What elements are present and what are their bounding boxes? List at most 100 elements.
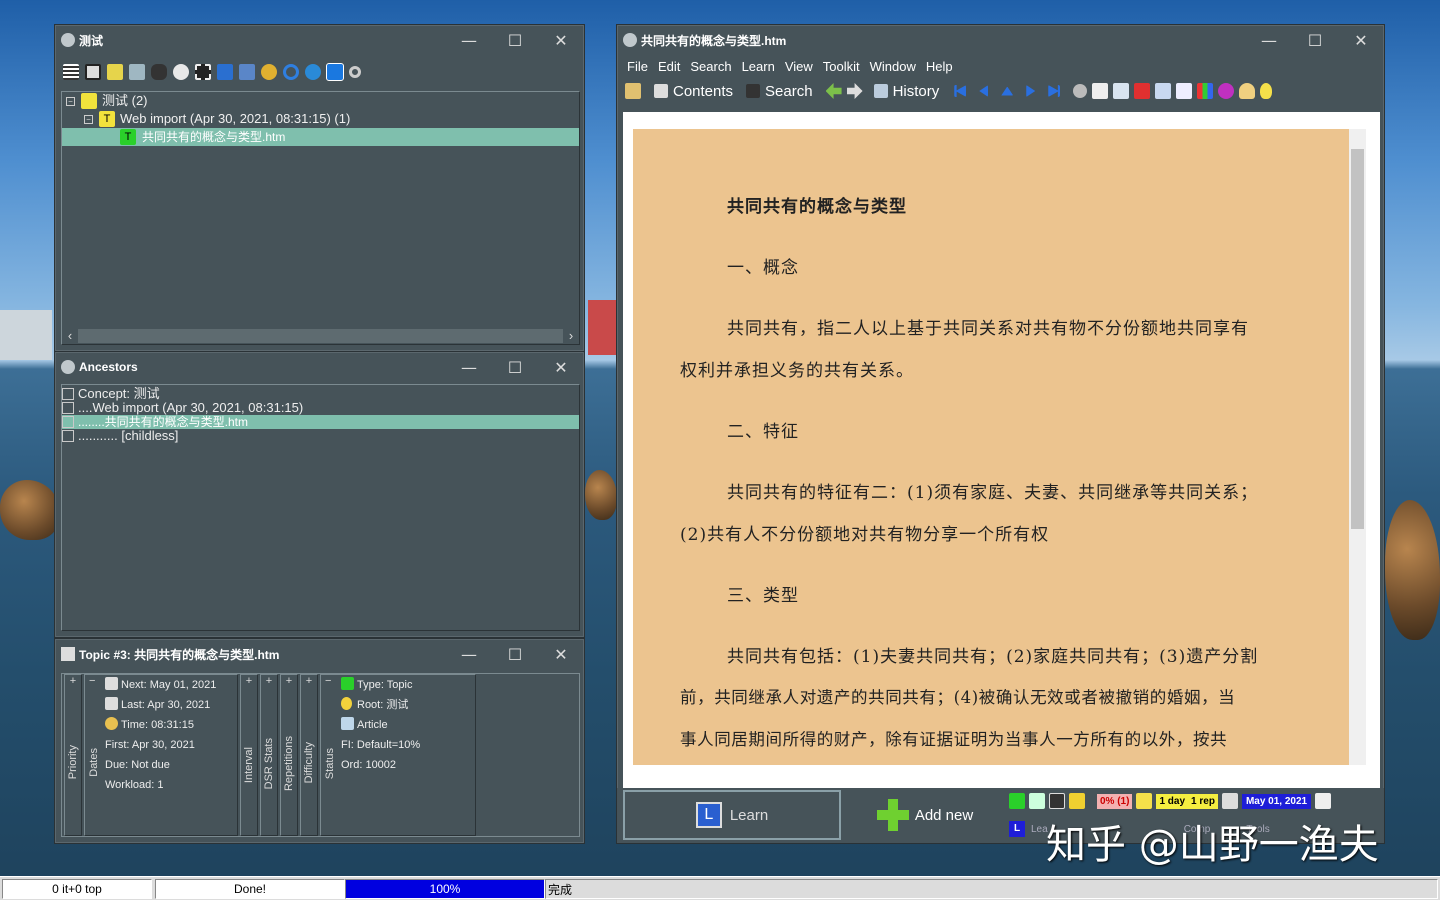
page-icon[interactable] — [1176, 83, 1193, 99]
search-button[interactable]: Search — [765, 83, 813, 100]
close-button[interactable]: ✕ — [538, 358, 584, 377]
vertical-scrollbar[interactable] — [1349, 129, 1366, 765]
first-icon[interactable] — [954, 85, 967, 97]
copy-icon[interactable] — [107, 64, 123, 80]
lightbulb-icon[interactable] — [1260, 83, 1273, 99]
outline-icon[interactable] — [85, 64, 101, 80]
close-button[interactable]: ✕ — [1338, 31, 1384, 50]
collapse-button[interactable]: − — [89, 675, 95, 687]
binoculars-icon[interactable] — [151, 64, 167, 80]
swap-icon[interactable] — [326, 63, 344, 81]
expand-button[interactable]: + — [65, 675, 81, 687]
maximize-button[interactable]: ☐ — [492, 358, 538, 377]
calendar-icon[interactable] — [1315, 793, 1332, 809]
book-icon[interactable] — [1113, 83, 1130, 99]
paste-icon[interactable] — [129, 64, 145, 80]
learn-button[interactable]: L Learn — [623, 790, 841, 840]
menu-help[interactable]: Help — [926, 59, 953, 74]
checkbox[interactable] — [62, 416, 74, 428]
collapse-icon[interactable]: − — [84, 114, 93, 124]
document-content[interactable]: 共同共有的概念与类型 一、概念 共同共有，指二人以上基于共同关系对共有物不分份额… — [633, 129, 1349, 765]
calendar-icon[interactable] — [1221, 793, 1238, 809]
scroll-up-arrow[interactable] — [1349, 129, 1366, 149]
menu-file[interactable]: File — [627, 59, 648, 74]
palette-icon[interactable] — [1197, 83, 1214, 99]
forward-arrow-icon[interactable] — [846, 83, 863, 99]
scroll-thumb[interactable] — [1351, 149, 1364, 529]
repetitions-label: Repetitions — [283, 735, 295, 791]
ancestor-item[interactable]: ........共同共有的概念与类型.htm — [62, 415, 579, 429]
expand-button[interactable]: + — [261, 675, 277, 687]
list-icon[interactable] — [63, 64, 79, 80]
google-icon[interactable] — [1134, 83, 1151, 99]
title-bar[interactable]: Ancestors — ☐ ✕ — [55, 352, 584, 382]
lightbulb-icon[interactable] — [1136, 793, 1153, 809]
title-bar[interactable]: 共同共有的概念与类型.htm — ☐ ✕ — [617, 25, 1384, 55]
topic-icon[interactable] — [1009, 793, 1025, 809]
maximize-button[interactable]: ☐ — [492, 645, 538, 664]
tree-node-webimport[interactable]: − T Web import (Apr 30, 2021, 08:31:15) … — [62, 110, 579, 128]
next-icon[interactable] — [1026, 85, 1036, 97]
back-arrow-icon[interactable] — [825, 83, 842, 99]
minimize-button[interactable]: — — [446, 358, 492, 377]
close-button[interactable]: ✕ — [538, 645, 584, 664]
contents-button[interactable]: Contents — [673, 83, 733, 100]
scroll-right-arrow[interactable]: › — [563, 327, 579, 345]
expand-button[interactable]: + — [281, 675, 297, 687]
image-icon[interactable] — [1092, 83, 1109, 99]
add-new-button[interactable]: Add new — [845, 790, 1005, 840]
maximize-button[interactable]: ☐ — [1292, 31, 1338, 50]
stamp-icon[interactable] — [261, 64, 277, 80]
menu-edit[interactable]: Edit — [658, 59, 680, 74]
user-icon[interactable] — [1239, 83, 1256, 99]
checkbox[interactable] — [62, 430, 74, 442]
checkbox[interactable] — [62, 402, 74, 414]
learn-small-icon[interactable]: L — [1009, 821, 1025, 837]
scroll-track[interactable] — [78, 329, 563, 343]
close-button[interactable]: ✕ — [538, 31, 584, 50]
film-icon[interactable] — [195, 64, 211, 80]
horizontal-scrollbar[interactable]: ‹ › — [62, 328, 579, 344]
expand-button[interactable]: + — [301, 675, 317, 687]
workload: Workload: 1 — [105, 779, 164, 791]
tree-node-article[interactable]: T 共同共有的概念与类型.htm — [62, 128, 579, 146]
menu-view[interactable]: View — [785, 59, 813, 74]
menu-toolkit[interactable]: Toolkit — [823, 59, 860, 74]
scroll-left-arrow[interactable]: ‹ — [62, 327, 78, 345]
previous-icon[interactable] — [979, 85, 989, 97]
undo-icon[interactable] — [283, 64, 299, 80]
last-icon[interactable] — [1048, 85, 1061, 97]
info-icon[interactable] — [305, 64, 321, 80]
magnifier-icon[interactable] — [1073, 84, 1088, 98]
dsr-column: + DSR Stats — [260, 674, 278, 836]
ancestor-item[interactable]: Concept: 测试 — [62, 387, 579, 401]
parent-icon[interactable] — [1001, 86, 1014, 96]
minimize-button[interactable]: — — [446, 31, 492, 50]
help-icon[interactable] — [1218, 83, 1235, 99]
title-bar[interactable]: Topic #3: 共同共有的概念与类型.htm — ☐ ✕ — [55, 639, 584, 669]
list-icon[interactable] — [1049, 793, 1065, 809]
menu-search[interactable]: Search — [690, 59, 731, 74]
save-icon[interactable] — [239, 64, 255, 80]
collapse-button[interactable]: − — [325, 675, 331, 687]
search-icon[interactable] — [349, 66, 361, 78]
title-bar[interactable]: 测试 — ☐ ✕ — [55, 25, 584, 55]
eye-icon[interactable] — [173, 64, 189, 80]
flag-icon[interactable] — [1069, 793, 1085, 809]
checkbox[interactable] — [62, 388, 74, 400]
import-icon[interactable] — [217, 64, 233, 80]
maximize-button[interactable]: ☐ — [492, 31, 538, 50]
minimize-button[interactable]: — — [446, 645, 492, 664]
ancestor-item[interactable]: ........... [childless] — [62, 429, 579, 443]
expand-button[interactable]: + — [241, 675, 257, 687]
folder-icon[interactable] — [625, 83, 641, 99]
ancestor-item[interactable]: ....Web import (Apr 30, 2021, 08:31:15) — [62, 401, 579, 415]
menu-learn[interactable]: Learn — [742, 59, 775, 74]
history-button[interactable]: History — [893, 83, 940, 100]
minimize-button[interactable]: — — [1246, 31, 1292, 50]
mail-icon[interactable] — [1155, 83, 1172, 99]
collapse-icon[interactable]: − — [66, 96, 75, 106]
tree-icon[interactable] — [1029, 793, 1045, 809]
tree-node-root[interactable]: − 测试 (2) — [62, 92, 579, 110]
menu-window[interactable]: Window — [870, 59, 916, 74]
